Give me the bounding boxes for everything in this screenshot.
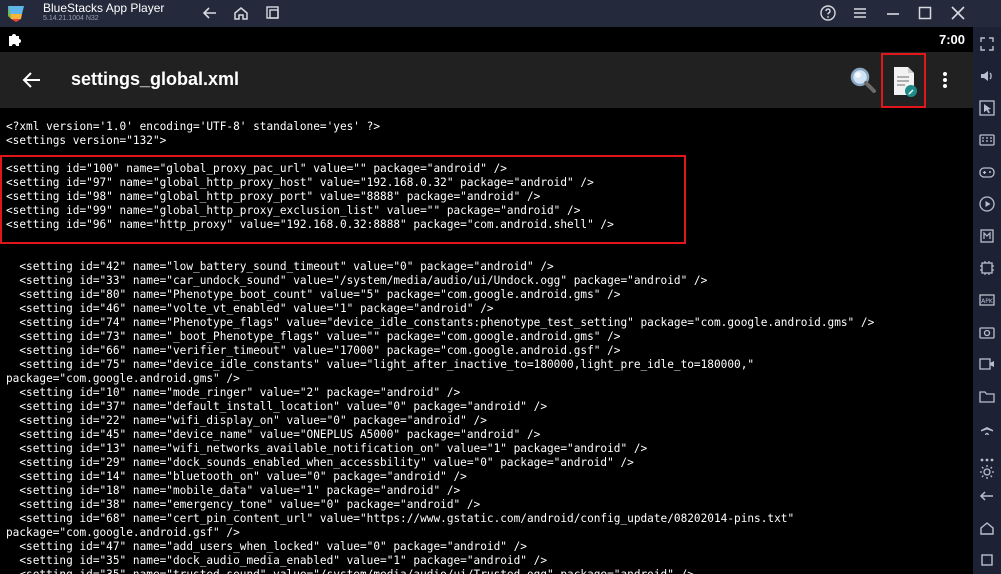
bluestacks-logo — [8, 6, 24, 22]
puzzle-icon — [9, 34, 21, 46]
fullscreen-icon[interactable] — [978, 35, 996, 53]
android-recents-icon[interactable] — [978, 551, 996, 569]
settings-lines: <setting id="42" name="low_battery_sound… — [6, 260, 875, 574]
xml-content[interactable]: <?xml version='1.0' encoding='UTF-8' sta… — [0, 108, 973, 574]
svg-text:APK: APK — [981, 298, 994, 305]
window-titlebar: BlueStacks App Player 5.14.21.1004 N32 — [0, 0, 1001, 27]
volume-icon[interactable] — [978, 67, 996, 85]
maximize-icon[interactable] — [916, 4, 934, 22]
performance-icon[interactable] — [978, 259, 996, 277]
menu-icon[interactable] — [851, 4, 869, 22]
page-title: settings_global.xml — [71, 69, 240, 89]
keyboard-icon[interactable] — [978, 131, 996, 149]
airplane-icon[interactable] — [978, 419, 996, 437]
window-title: BlueStacks App Player — [43, 1, 165, 15]
gamepad-icon[interactable] — [978, 163, 996, 181]
app-version: 5.14.21.1004 N32 — [43, 15, 99, 22]
status-bar: 7:00 — [0, 27, 973, 52]
screenshot-icon[interactable] — [978, 323, 996, 341]
right-sidebar: APK — [973, 27, 1001, 574]
minimize-icon[interactable] — [884, 4, 902, 22]
android-home-icon[interactable] — [978, 519, 996, 537]
back-arrow-icon[interactable] — [20, 68, 44, 92]
status-time: 7:00 — [938, 32, 965, 47]
more-vert-icon[interactable] — [935, 68, 955, 92]
record-icon[interactable] — [978, 355, 996, 373]
play-icon[interactable] — [978, 195, 996, 213]
home-icon[interactable] — [232, 4, 250, 22]
gear-icon[interactable] — [978, 463, 996, 481]
app-bar: settings_global.xml — [0, 52, 973, 108]
close-icon[interactable] — [949, 4, 967, 22]
android-back-icon[interactable] — [978, 487, 996, 505]
pointer-icon[interactable] — [978, 99, 996, 117]
search-icon[interactable] — [848, 65, 878, 95]
media-folder-icon[interactable] — [978, 387, 996, 405]
proxy-settings-lines: <setting id="100" name="global_proxy_pac… — [6, 162, 614, 231]
document-edit-icon — [894, 67, 917, 97]
macro-icon[interactable] — [978, 227, 996, 245]
xml-declaration: <?xml version='1.0' encoding='UTF-8' sta… — [6, 120, 381, 147]
help-icon[interactable] — [819, 4, 837, 22]
document-edit-button[interactable] — [881, 53, 926, 108]
multi-instance-icon[interactable] — [264, 4, 282, 22]
apk-install-icon[interactable]: APK — [978, 291, 996, 309]
back-arrow-icon[interactable] — [201, 4, 219, 22]
